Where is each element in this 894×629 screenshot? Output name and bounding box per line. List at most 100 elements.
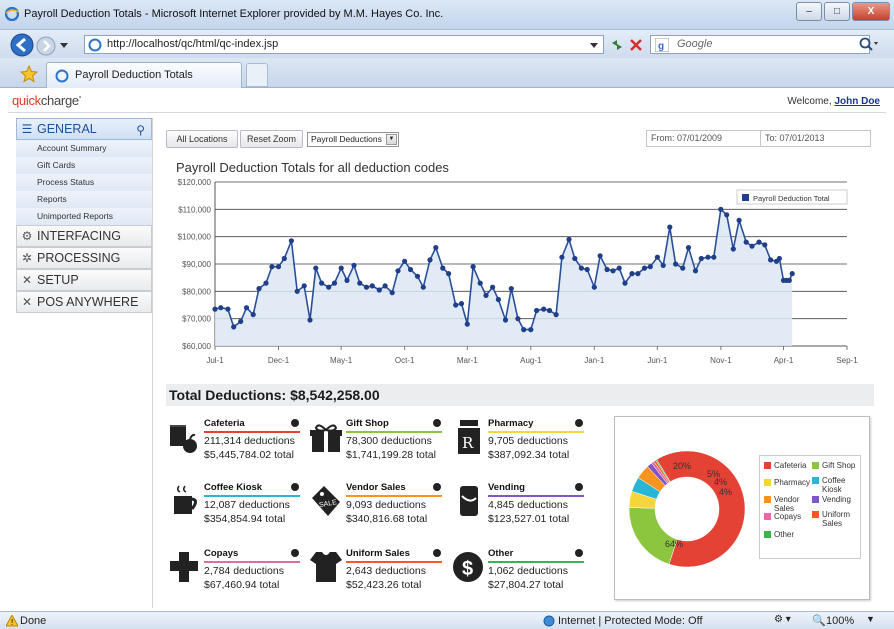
url-input[interactable]: http://localhost/qc/html/qc-index.jsp <box>84 35 604 54</box>
data-point[interactable] <box>470 264 476 270</box>
data-point[interactable] <box>604 266 610 273</box>
data-point[interactable] <box>269 264 275 270</box>
nav-processing[interactable]: ✲ PROCESSING <box>16 247 152 269</box>
data-point[interactable] <box>724 212 730 218</box>
data-point[interactable] <box>515 316 521 322</box>
data-point[interactable] <box>680 265 686 271</box>
data-point[interactable] <box>464 321 470 327</box>
data-point[interactable] <box>275 264 282 270</box>
tab-payroll-deduction-totals[interactable]: Payroll Deduction Totals <box>46 62 242 88</box>
legend-item-copays[interactable]: Copays <box>764 512 812 528</box>
data-point[interactable] <box>281 255 287 262</box>
data-point[interactable] <box>546 307 553 314</box>
data-point[interactable] <box>351 262 357 268</box>
expand-icon[interactable] <box>291 419 299 427</box>
data-point[interactable] <box>789 271 795 277</box>
data-point[interactable] <box>528 327 534 333</box>
sidebar-item-process-status[interactable]: Process Status <box>16 174 152 191</box>
legend-item-vending[interactable]: Vending <box>812 495 860 511</box>
data-point[interactable] <box>629 271 635 277</box>
data-point[interactable] <box>225 306 231 312</box>
data-point[interactable] <box>477 280 483 286</box>
data-point[interactable] <box>730 246 736 252</box>
data-point[interactable] <box>458 301 465 307</box>
nav-interfacing[interactable]: ⚙ INTERFACING <box>16 225 152 247</box>
data-point[interactable] <box>559 254 565 260</box>
data-point[interactable] <box>369 283 375 289</box>
expand-icon[interactable] <box>433 483 441 491</box>
new-tab-button[interactable] <box>246 63 268 87</box>
data-point[interactable] <box>414 273 421 279</box>
reset-zoom-button[interactable]: Reset Zoom <box>240 130 303 148</box>
data-point[interactable] <box>685 245 692 251</box>
data-point[interactable] <box>502 317 509 323</box>
data-point[interactable] <box>711 254 717 260</box>
expand-icon[interactable] <box>575 549 583 557</box>
data-point[interactable] <box>534 307 540 314</box>
data-point[interactable] <box>743 239 749 245</box>
data-point[interactable] <box>420 284 426 290</box>
data-point[interactable] <box>218 305 224 311</box>
data-point[interactable] <box>301 283 307 289</box>
nav-general[interactable]: ☰ GENERAL ⚲ <box>16 118 152 140</box>
data-point[interactable] <box>673 261 679 267</box>
data-point[interactable] <box>698 255 704 262</box>
from-date-field[interactable]: From: 07/01/2009 <box>651 131 722 146</box>
data-point[interactable] <box>541 306 547 312</box>
url-dropdown-icon[interactable] <box>590 43 598 49</box>
data-point[interactable] <box>250 312 256 318</box>
data-point[interactable] <box>313 265 319 271</box>
data-point[interactable] <box>256 286 262 292</box>
legend-item-pharmacy[interactable]: Pharmacy <box>764 478 812 494</box>
data-point[interactable] <box>584 266 590 273</box>
data-point[interactable] <box>641 265 648 271</box>
favorites-star-icon[interactable] <box>20 65 38 83</box>
sidebar-item-unimported-reports[interactable]: Unimported Reports <box>16 208 152 225</box>
data-point[interactable] <box>427 257 433 263</box>
maximize-button[interactable]: □ <box>824 2 850 21</box>
data-point[interactable] <box>363 284 370 290</box>
data-point[interactable] <box>440 265 446 271</box>
expand-icon[interactable] <box>291 549 299 557</box>
data-point[interactable] <box>307 317 313 323</box>
close-button[interactable]: X <box>852 2 890 21</box>
data-point[interactable] <box>407 266 414 273</box>
nav-pos-anywhere[interactable]: ✕ POS ANYWHERE <box>16 291 152 313</box>
data-point[interactable] <box>433 245 439 251</box>
data-point[interactable] <box>768 257 774 263</box>
pin-icon[interactable]: ⚲ <box>136 120 145 140</box>
data-point[interactable] <box>572 255 578 262</box>
data-point[interactable] <box>331 280 338 286</box>
data-point[interactable] <box>344 277 350 283</box>
data-point[interactable] <box>212 306 218 312</box>
deduction-line-chart[interactable]: $60,000 $70,000 $80,000 $90,000 $100,000 $110… <box>160 174 878 374</box>
nav-setup[interactable]: ✕ SETUP <box>16 269 152 291</box>
legend-item-uniform-sales[interactable]: Uniform Sales <box>812 510 860 528</box>
all-locations-button[interactable]: All Locations <box>166 130 238 148</box>
data-point[interactable] <box>762 242 768 248</box>
legend-item-cafeteria[interactable]: Cafeteria <box>764 461 812 477</box>
data-point[interactable] <box>635 271 641 277</box>
search-icon[interactable] <box>858 36 878 52</box>
data-point[interactable] <box>786 277 792 283</box>
data-point[interactable] <box>238 318 244 324</box>
data-point[interactable] <box>736 217 742 223</box>
data-point[interactable] <box>453 302 459 308</box>
legend-item-vendor-sales[interactable]: Vendor Sales <box>764 495 812 513</box>
data-point[interactable] <box>553 312 559 318</box>
data-point[interactable] <box>756 239 762 245</box>
refresh-icon[interactable] <box>609 37 625 53</box>
expand-icon[interactable] <box>575 483 583 491</box>
data-point[interactable] <box>395 268 401 274</box>
data-point[interactable] <box>597 253 603 259</box>
zoom-level[interactable]: 100% <box>826 615 854 627</box>
expand-icon[interactable] <box>575 419 583 427</box>
sidebar-item-gift-cards[interactable]: Gift Cards <box>16 157 152 174</box>
data-point[interactable] <box>521 327 527 333</box>
deduction-type-select[interactable]: Payroll Deductions ▼ <box>307 132 399 147</box>
data-point[interactable] <box>326 284 332 290</box>
data-point[interactable] <box>667 224 673 230</box>
history-dropdown-icon[interactable] <box>60 43 68 49</box>
data-point[interactable] <box>622 280 628 286</box>
data-point[interactable] <box>490 284 496 290</box>
